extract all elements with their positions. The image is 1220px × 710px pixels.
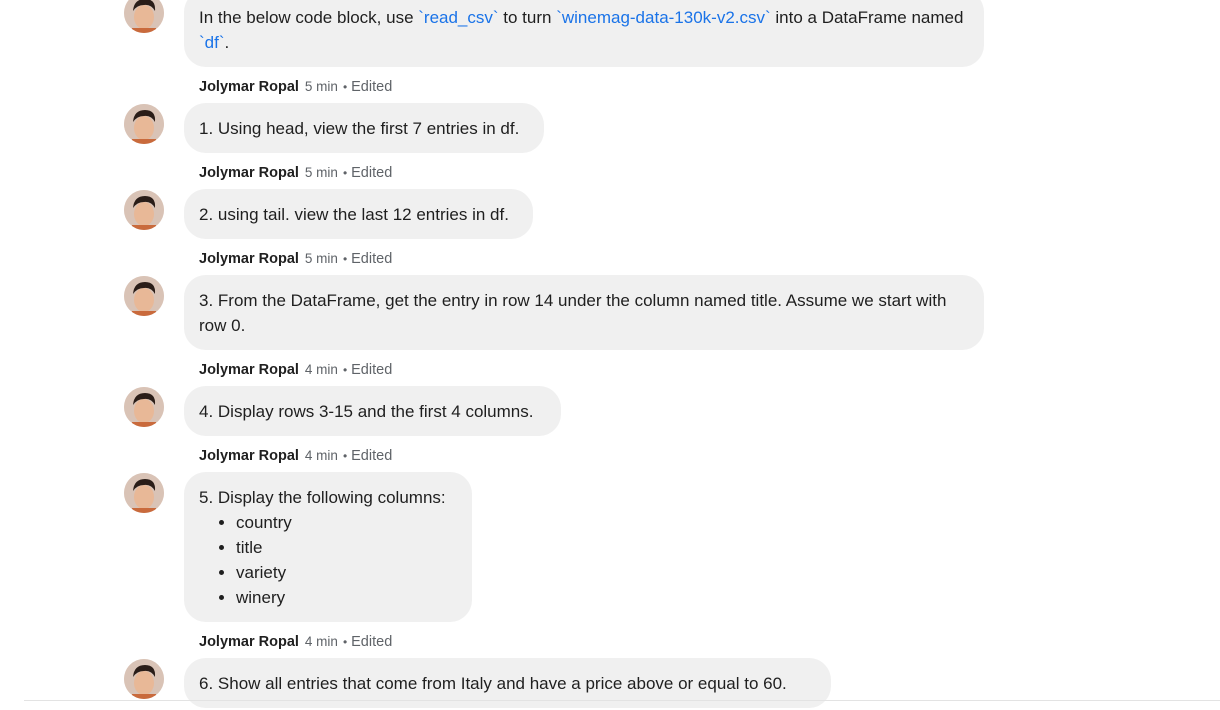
code-snippet[interactable]: `winemag-data-130k-v2.csv` <box>556 8 770 27</box>
message-text: . <box>224 33 230 52</box>
message-text: 3. From the DataFrame, get the entry in … <box>199 291 947 335</box>
separator-dot: • <box>342 80 348 94</box>
separator-dot: • <box>342 635 348 649</box>
edited-label: Edited <box>351 79 393 95</box>
message-time: 4 min <box>304 362 338 377</box>
edited-label: Edited <box>351 165 393 181</box>
message-text: into a DataFrame named <box>770 8 964 27</box>
author-name[interactable]: Jolymar Ropal <box>199 165 299 181</box>
message-text: 4. Display rows 3-15 and the first 4 col… <box>199 402 534 421</box>
list-item: country <box>236 510 457 535</box>
avatar-icon <box>124 659 164 699</box>
separator-dot: • <box>342 449 348 463</box>
edited-label: Edited <box>351 362 393 378</box>
message-meta: Jolymar Ropal 5 min • Edited <box>199 164 392 182</box>
avatar[interactable] <box>124 387 164 427</box>
message-bubble: 2. using tail. view the last 12 entries … <box>184 189 533 239</box>
message-time: 5 min <box>304 251 338 266</box>
message-meta: Jolymar Ropal 4 min • Edited <box>199 447 392 465</box>
message-text: In the below code block, use <box>199 8 419 27</box>
list-item: winery <box>236 585 457 610</box>
separator-dot: • <box>342 252 348 266</box>
message-time: 5 min <box>304 165 338 180</box>
avatar-icon <box>124 276 164 316</box>
author-name[interactable]: Jolymar Ropal <box>199 79 299 95</box>
avatar-icon <box>124 0 164 33</box>
message-bubble: In the below code block, use `read_csv` … <box>184 0 984 67</box>
author-name[interactable]: Jolymar Ropal <box>199 634 299 650</box>
avatar[interactable] <box>124 104 164 144</box>
avatar[interactable] <box>124 659 164 699</box>
list-item: title <box>236 535 457 560</box>
avatar[interactable] <box>124 190 164 230</box>
avatar-icon <box>124 190 164 230</box>
message-text: 5. Display the following columns: <box>199 488 446 507</box>
message-meta: Jolymar Ropal 5 min • Edited <box>199 78 392 96</box>
message-meta: Jolymar Ropal 4 min • Edited <box>199 361 392 379</box>
edited-label: Edited <box>351 634 393 650</box>
message-bubble: 1. Using head, view the first 7 entries … <box>184 103 544 153</box>
edited-label: Edited <box>351 251 393 267</box>
message-bubble: 3. From the DataFrame, get the entry in … <box>184 275 984 350</box>
message-meta: Jolymar Ropal 5 min • Edited <box>199 250 392 268</box>
avatar-icon <box>124 387 164 427</box>
message-meta: Jolymar Ropal 4 min • Edited <box>199 633 392 651</box>
avatar[interactable] <box>124 473 164 513</box>
edited-label: Edited <box>351 448 393 464</box>
message-bubble: 4. Display rows 3-15 and the first 4 col… <box>184 386 561 436</box>
avatar[interactable] <box>124 0 164 33</box>
avatar-icon <box>124 104 164 144</box>
separator-dot: • <box>342 166 348 180</box>
list-item: variety <box>236 560 457 585</box>
message-text: 2. using tail. view the last 12 entries … <box>199 205 509 224</box>
message-text: to turn <box>498 8 557 27</box>
bullet-list: country title variety winery <box>199 510 457 610</box>
message-time: 4 min <box>304 634 338 649</box>
author-name[interactable]: Jolymar Ropal <box>199 448 299 464</box>
message-time: 4 min <box>304 448 338 463</box>
avatar-icon <box>124 473 164 513</box>
message-bubble: 5. Display the following columns: countr… <box>184 472 472 622</box>
separator-dot: • <box>342 363 348 377</box>
author-name[interactable]: Jolymar Ropal <box>199 362 299 378</box>
chat-feed: In the below code block, use `read_csv` … <box>0 0 1220 710</box>
message-text: 6. Show all entries that come from Italy… <box>199 674 787 693</box>
author-name[interactable]: Jolymar Ropal <box>199 251 299 267</box>
code-snippet[interactable]: `read_csv` <box>418 8 498 27</box>
avatar[interactable] <box>124 276 164 316</box>
message-time: 5 min <box>304 79 338 94</box>
divider <box>24 700 1220 701</box>
message-text: 1. Using head, view the first 7 entries … <box>199 119 520 138</box>
code-snippet[interactable]: `df` <box>199 33 225 52</box>
